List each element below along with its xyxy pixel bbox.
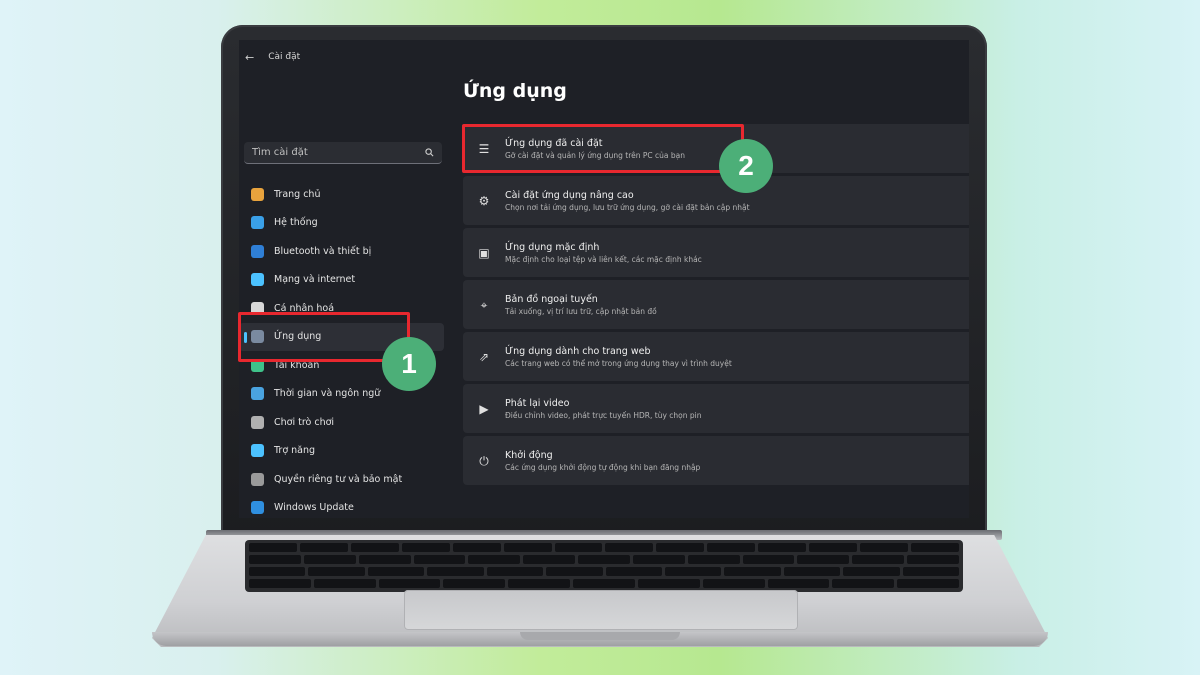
settings-card-4[interactable]: ⇗ Ứng dụng dành cho trang web Các trang we… xyxy=(463,332,969,381)
settings-card-3[interactable]: ⌖ Bản đồ ngoại tuyến Tải xuống, vị trí lưu… xyxy=(463,280,969,329)
sidebar-item-label: Trợ năng xyxy=(274,445,316,457)
sidebar-item-label: Thời gian và ngôn ngữ xyxy=(274,388,381,400)
sidebar-item-label: Bluetooth và thiết bị xyxy=(274,245,372,257)
card-description: Tải xuống, vị trí lưu trữ, cập nhật bản … xyxy=(505,306,657,316)
back-arrow-icon[interactable]: ← xyxy=(245,51,254,64)
highlight-box-installed-apps xyxy=(462,124,744,173)
globe-clock-icon xyxy=(251,387,264,401)
card-description: Chọn nơi tải ứng dụng, lưu trữ ứng dụng,… xyxy=(505,202,750,212)
card-title: Phát lại video xyxy=(505,397,570,409)
sidebar-item-1[interactable]: Hệ thống xyxy=(239,209,444,238)
settings-window: ← Cài đặt Trang chủ Hệ thống Bluetooth và … xyxy=(239,40,969,518)
sidebar-item-label: Windows Update xyxy=(274,502,354,514)
card-title: Bản đồ ngoại tuyến xyxy=(505,293,598,305)
settings-card-6[interactable]: ⏻ Khởi động Các ứng dụng khởi động tự động… xyxy=(463,436,969,485)
settings-card-2[interactable]: ▣ Ứng dụng mặc định Mặc định cho loại tệp … xyxy=(463,228,969,277)
shield-icon xyxy=(251,472,264,486)
window-title: Cài đặt xyxy=(268,52,301,62)
app-settings-icon: ⚙ xyxy=(478,193,490,208)
sidebar-item-3[interactable]: Mạng và internet xyxy=(239,266,444,295)
trackpad xyxy=(404,590,798,630)
settings-card-5[interactable]: ▶ Phát lại video Điều chỉnh video, phát tr… xyxy=(463,384,969,433)
video-icon: ▶ xyxy=(479,401,489,416)
laptop-notch xyxy=(520,632,680,640)
update-icon xyxy=(251,501,264,515)
sidebar-item-9[interactable]: Trợ năng xyxy=(239,437,444,466)
search-box[interactable] xyxy=(244,142,442,164)
step-badge-1: 1 xyxy=(382,337,436,391)
gamepad-icon xyxy=(251,415,264,429)
card-description: Các ứng dụng khởi động tự động khi bạn đ… xyxy=(505,462,701,472)
map-icon: ⌖ xyxy=(480,297,488,312)
card-title: Cài đặt ứng dụng nâng cao xyxy=(505,189,634,201)
accessibility-icon xyxy=(251,444,264,458)
sidebar-item-2[interactable]: Bluetooth và thiết bị xyxy=(239,237,444,266)
wifi-icon xyxy=(251,273,264,287)
home-icon xyxy=(251,187,264,201)
card-title: Ứng dụng dành cho trang web xyxy=(505,345,651,357)
card-title: Ứng dụng mặc định xyxy=(505,241,600,253)
web-app-icon: ⇗ xyxy=(478,349,490,364)
title-bar: ← Cài đặt xyxy=(239,40,969,74)
sidebar-item-11[interactable]: Windows Update xyxy=(239,494,444,519)
sidebar-item-label: Trang chủ xyxy=(274,188,321,200)
bluetooth-icon xyxy=(251,244,264,258)
sidebar-item-label: Chơi trò chơi xyxy=(274,416,335,428)
card-description: Các trang web có thể mở trong ứng dụng t… xyxy=(505,358,732,368)
startup-icon: ⏻ xyxy=(479,453,489,468)
page-title: Ứng dụng xyxy=(463,80,567,102)
monitor-icon xyxy=(251,216,264,230)
card-description: Mặc định cho loại tệp và liên kết, các m… xyxy=(505,254,702,264)
settings-card-1[interactable]: ⚙ Cài đặt ứng dụng nâng cao Chọn nơi tải ứ… xyxy=(463,176,969,225)
search-icon xyxy=(425,148,434,157)
sidebar-item-label: Quyền riêng tư và bảo mật xyxy=(274,473,403,485)
sidebar-item-0[interactable]: Trang chủ xyxy=(239,180,444,209)
step-badge-2: 2 xyxy=(719,139,773,193)
default-apps-icon: ▣ xyxy=(478,245,490,260)
sidebar-item-label: Mạng và internet xyxy=(274,274,356,286)
keyboard xyxy=(245,540,963,592)
search-input[interactable] xyxy=(252,147,412,158)
sidebar-item-label: Hệ thống xyxy=(274,217,318,229)
sidebar-item-8[interactable]: Chơi trò chơi xyxy=(239,408,444,437)
card-description: Điều chỉnh video, phát trực tuyến HDR, t… xyxy=(505,410,702,420)
sidebar-item-10[interactable]: Quyền riêng tư và bảo mật xyxy=(239,465,444,494)
card-title: Khởi động xyxy=(505,449,553,461)
settings-card-list: ☰ Ứng dụng đã cài đặt Gỡ cài đặt và quản l… xyxy=(463,124,969,488)
